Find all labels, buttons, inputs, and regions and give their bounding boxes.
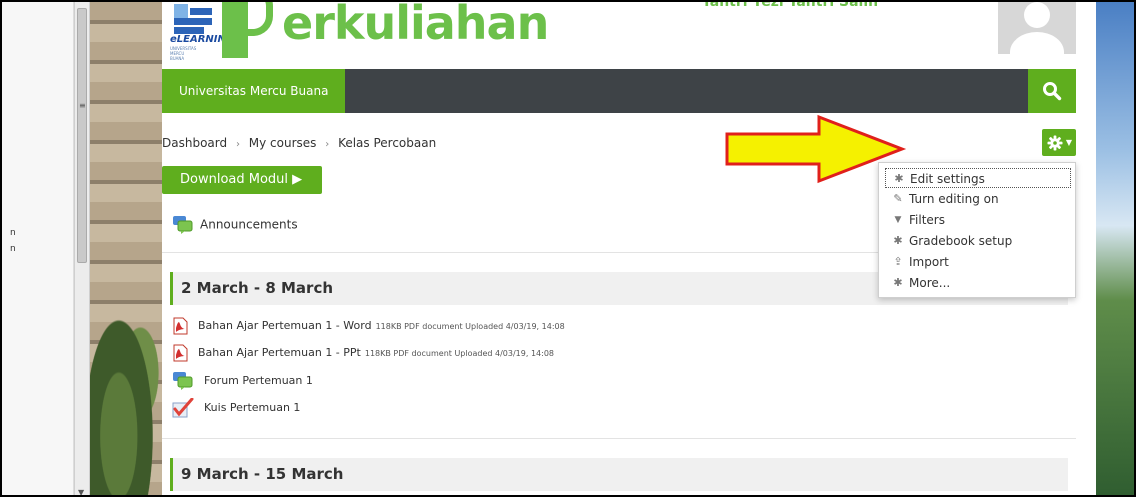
gear-icon: ✱ xyxy=(893,276,903,289)
activity-label: Bahan Ajar Pertemuan 1 - Word xyxy=(198,319,372,332)
activity-item[interactable]: Bahan Ajar Pertemuan 1 - PPt 118KB PDF do… xyxy=(172,344,554,362)
activity-label: Kuis Pertemuan 1 xyxy=(204,401,301,414)
logo-letter-p xyxy=(222,2,273,58)
quiz-icon xyxy=(172,398,194,418)
search-button[interactable] xyxy=(1028,69,1076,113)
menu-item-more[interactable]: ✱ More... xyxy=(885,273,1071,293)
activity-label: Bahan Ajar Pertemuan 1 - PPt xyxy=(198,346,361,359)
gear-icon: ✱ xyxy=(894,172,904,185)
grip-icon: ≡ xyxy=(79,101,86,110)
breadcrumb: Dashboard › My courses › Kelas Percobaan xyxy=(162,136,436,150)
menu-item-edit-settings[interactable]: ✱ Edit settings xyxy=(885,168,1071,188)
activity-label: Forum Pertemuan 1 xyxy=(204,374,313,387)
gear-icon xyxy=(1047,135,1063,151)
pdf-icon xyxy=(173,317,188,335)
chevron-down-icon: ▼ xyxy=(1065,138,1072,147)
forum-icon xyxy=(173,372,193,390)
activity-meta: 118KB PDF document Uploaded 4/03/19, 14:… xyxy=(364,349,554,358)
breadcrumb-course[interactable]: Kelas Percobaan xyxy=(338,136,436,150)
activity-item[interactable]: Bahan Ajar Pertemuan 1 - Word 118KB PDF d… xyxy=(172,317,565,335)
background-building-image xyxy=(90,2,162,495)
filter-icon: ▼ xyxy=(894,215,902,225)
section-title[interactable]: 9 March - 15 March xyxy=(170,458,1068,491)
menu-item-gradebook-setup[interactable]: ✱ Gradebook setup xyxy=(885,231,1071,251)
user-name[interactable]: Tantri Yezi Tantri Salih xyxy=(702,2,878,10)
menu-item-turn-editing-on[interactable]: ✎ Turn editing on xyxy=(885,189,1071,209)
gear-icon: ✱ xyxy=(893,234,903,247)
pdf-icon xyxy=(173,344,188,362)
scroll-down-icon[interactable]: ▼ xyxy=(78,488,84,495)
divider xyxy=(162,438,1076,439)
menu-item-import[interactable]: ⇪ Import xyxy=(885,252,1071,272)
menu-item-label: Turn editing on xyxy=(909,192,999,206)
side-mark: n xyxy=(10,244,16,254)
breadcrumb-separator: › xyxy=(235,139,240,150)
upload-icon: ⇪ xyxy=(893,255,903,268)
logo-subtext: UNIVERSITAS MERCU BUANA xyxy=(170,46,197,61)
breadcrumb-separator: › xyxy=(325,139,330,150)
menu-item-label: Filters xyxy=(909,213,945,227)
course-settings-button[interactable]: ▼ xyxy=(1042,129,1076,156)
menu-item-label: More... xyxy=(909,276,951,290)
download-modul-button[interactable]: Download Modul ▶ xyxy=(162,166,322,194)
left-scrollbar[interactable]: ≡ ▼ xyxy=(74,2,90,495)
menu-item-label: Gradebook setup xyxy=(909,234,1013,248)
menu-item-label: Edit settings xyxy=(910,172,985,186)
announcements-label: Announcements xyxy=(200,217,298,232)
activity-meta: 118KB PDF document Uploaded 4/03/19, 14:… xyxy=(375,322,565,331)
menu-item-filters[interactable]: ▼ Filters xyxy=(885,210,1071,230)
announcements-link[interactable]: Announcements xyxy=(172,215,298,235)
moodle-page: eLEARNING UNIVERSITAS MERCU BUANA erkuli… xyxy=(162,0,1096,495)
logo-word: erkuliahan xyxy=(282,0,549,50)
background-tree-image xyxy=(90,289,162,495)
course-settings-menu: ✱ Edit settings ✎ Turn editing on ▼ Filters… xyxy=(878,162,1076,298)
background-sky-image xyxy=(1096,2,1134,495)
navbar-brand-link[interactable]: Universitas Mercu Buana xyxy=(162,69,346,113)
breadcrumb-my-courses[interactable]: My courses xyxy=(249,136,317,150)
forum-icon xyxy=(173,216,193,234)
pencil-icon: ✎ xyxy=(893,192,903,205)
left-side-panel: n n xyxy=(2,2,74,495)
activity-item[interactable]: Kuis Pertemuan 1 xyxy=(172,398,300,418)
user-avatar[interactable] xyxy=(998,2,1076,54)
screenshot-frame: n n ≡ ▼ eLEARNING UNIVERSITAS MERCU BUAN… xyxy=(0,0,1136,497)
activity-item[interactable]: Forum Pertemuan 1 xyxy=(172,371,313,391)
search-icon xyxy=(1043,82,1062,101)
side-mark: n xyxy=(10,228,16,238)
navbar: Universitas Mercu Buana xyxy=(162,69,1076,113)
menu-item-label: Import xyxy=(909,255,949,269)
scrollbar-thumb[interactable]: ≡ xyxy=(77,8,87,263)
breadcrumb-dashboard[interactable]: Dashboard xyxy=(162,136,227,150)
